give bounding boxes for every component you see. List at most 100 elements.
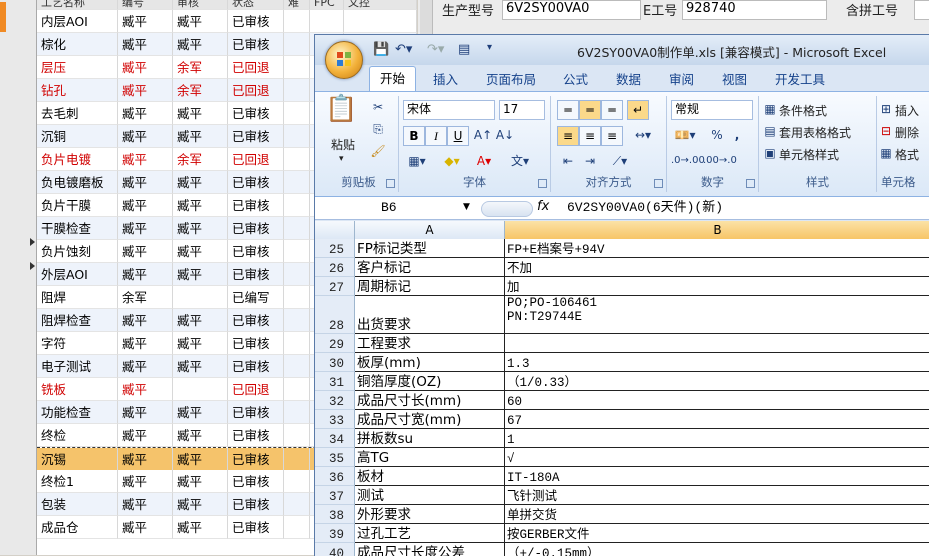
reviewer-cell[interactable]: 臧平: [173, 401, 228, 424]
process-name-cell[interactable]: 电子测试: [37, 355, 118, 378]
format-cells-icon[interactable]: ▦: [879, 144, 893, 162]
cell-style-icon[interactable]: ▣: [763, 144, 777, 162]
difficulty-cell[interactable]: [284, 424, 310, 447]
difficulty-cell[interactable]: [284, 148, 310, 171]
qat-customize-icon[interactable]: ▾: [487, 42, 492, 53]
code-cell[interactable]: 臧平: [118, 448, 173, 471]
reviewer-cell[interactable]: 臧平: [173, 171, 228, 194]
process-name-cell[interactable]: 棕化: [37, 33, 118, 56]
align-right-icon[interactable]: ≡: [601, 126, 623, 146]
process-name-cell[interactable]: 终检: [37, 424, 118, 447]
cell-b[interactable]: PO;PO-106461 PN:T29744E: [505, 296, 929, 334]
reviewer-cell[interactable]: 臧平: [173, 194, 228, 217]
process-name-cell[interactable]: 阻焊: [37, 286, 118, 309]
row-header[interactable]: 27: [315, 277, 355, 296]
row-header[interactable]: 26: [315, 258, 355, 277]
cell-b[interactable]: （1/0.33）: [505, 372, 929, 391]
merge-center-icon[interactable]: ↔▾: [627, 126, 659, 144]
cell-a[interactable]: 客户标记: [355, 258, 505, 277]
cell-a[interactable]: 板材: [355, 467, 505, 486]
code-cell[interactable]: 臧平: [118, 470, 173, 493]
reviewer-cell[interactable]: 臧平: [173, 332, 228, 355]
orientation-icon[interactable]: ⟋▾: [605, 152, 635, 170]
difficulty-cell[interactable]: [284, 194, 310, 217]
tab-formulas[interactable]: 公式: [563, 69, 588, 88]
table-format-button[interactable]: 套用表格格式: [779, 124, 851, 141]
phonetic-icon[interactable]: 文▾: [503, 152, 537, 170]
code-cell[interactable]: 臧平: [118, 309, 173, 332]
status-cell[interactable]: 已审核: [228, 493, 284, 516]
difficulty-cell[interactable]: [284, 263, 310, 286]
cell-a[interactable]: 外形要求: [355, 505, 505, 524]
process-name-cell[interactable]: 去毛刺: [37, 102, 118, 125]
code-cell[interactable]: 臧平: [118, 10, 173, 33]
cell-a[interactable]: 铜箔厚度(OZ): [355, 372, 505, 391]
cell-b[interactable]: 加: [505, 277, 929, 296]
code-cell[interactable]: 臧平: [118, 263, 173, 286]
select-all-corner[interactable]: [315, 221, 355, 239]
row-header[interactable]: 31: [315, 372, 355, 391]
cell-a[interactable]: 拼板数su: [355, 429, 505, 448]
align-bottom-icon[interactable]: ═: [601, 100, 623, 120]
cell-a[interactable]: 出货要求: [355, 296, 505, 334]
process-name-cell[interactable]: 终检1: [37, 470, 118, 493]
status-cell[interactable]: 已审核: [228, 240, 284, 263]
code-cell[interactable]: 臧平: [118, 148, 173, 171]
cell-b[interactable]: FP+E档案号+94V: [505, 239, 929, 258]
process-name-cell[interactable]: 层压: [37, 56, 118, 79]
row-header[interactable]: 29: [315, 334, 355, 353]
table-format-icon[interactable]: ▤: [763, 122, 777, 140]
reviewer-cell[interactable]: 余军: [173, 148, 228, 171]
cell-b[interactable]: 60: [505, 391, 929, 410]
code-cell[interactable]: 臧平: [118, 355, 173, 378]
status-cell[interactable]: 已审核: [228, 102, 284, 125]
paste-button[interactable]: 粘贴: [331, 136, 355, 153]
cell-a[interactable]: 周期标记: [355, 277, 505, 296]
align-center-icon[interactable]: ≡: [579, 126, 601, 146]
col-header-doc[interactable]: 文控: [344, 0, 417, 10]
column-header-b[interactable]: B: [505, 221, 929, 239]
cell-a[interactable]: 成品尺寸长(mm): [355, 391, 505, 410]
row-header[interactable]: 38: [315, 505, 355, 524]
reviewer-cell[interactable]: 臧平: [173, 493, 228, 516]
difficulty-cell[interactable]: [284, 448, 310, 471]
number-launcher-icon[interactable]: [746, 179, 755, 188]
cell-a[interactable]: 板厚(mm): [355, 353, 505, 372]
clipboard-launcher-icon[interactable]: [386, 179, 395, 188]
status-cell[interactable]: 已审核: [228, 424, 284, 447]
tab-view[interactable]: 视图: [722, 69, 747, 88]
formula-bar-splitter[interactable]: [481, 201, 533, 217]
grow-font-icon[interactable]: A↑: [473, 126, 493, 144]
fpc-cell[interactable]: [310, 10, 344, 33]
row-header[interactable]: 30: [315, 353, 355, 372]
cell-a[interactable]: 过孔工艺: [355, 524, 505, 543]
tab-developer[interactable]: 开发工具: [775, 69, 825, 88]
reviewer-cell[interactable]: 臧平: [173, 33, 228, 56]
process-name-cell[interactable]: 沉铜: [37, 125, 118, 148]
copy-icon[interactable]: ⎘: [369, 120, 387, 138]
format-cells-button[interactable]: 格式: [895, 146, 919, 163]
process-name-cell[interactable]: 功能检查: [37, 401, 118, 424]
difficulty-cell[interactable]: [284, 102, 310, 125]
code-cell[interactable]: 臧平: [118, 79, 173, 102]
row-header[interactable]: 39: [315, 524, 355, 543]
status-cell[interactable]: 已审核: [228, 448, 284, 471]
form-icon[interactable]: ▤: [458, 42, 470, 57]
status-cell[interactable]: 已审核: [228, 217, 284, 240]
undo-icon[interactable]: ↶▾: [395, 42, 412, 57]
cell-b[interactable]: IT-180A: [505, 467, 929, 486]
status-cell[interactable]: 已审核: [228, 401, 284, 424]
alignment-launcher-icon[interactable]: [654, 179, 663, 188]
col-header-status[interactable]: 状态: [228, 0, 284, 10]
cell-a[interactable]: 成品尺寸长度公差: [355, 543, 505, 556]
cell-a[interactable]: 测试: [355, 486, 505, 505]
reviewer-cell[interactable]: 臧平: [173, 240, 228, 263]
process-name-cell[interactable]: 成品仓: [37, 516, 118, 539]
col-header-difficulty[interactable]: 难: [284, 0, 310, 10]
model-field[interactable]: 6V2SY00VA0: [502, 0, 641, 20]
difficulty-cell[interactable]: [284, 401, 310, 424]
process-row[interactable]: 内层AOI 臧平 臧平 已审核: [37, 10, 417, 33]
difficulty-cell[interactable]: [284, 217, 310, 240]
paste-icon[interactable]: 📋: [325, 96, 357, 130]
difficulty-cell[interactable]: [284, 378, 310, 401]
